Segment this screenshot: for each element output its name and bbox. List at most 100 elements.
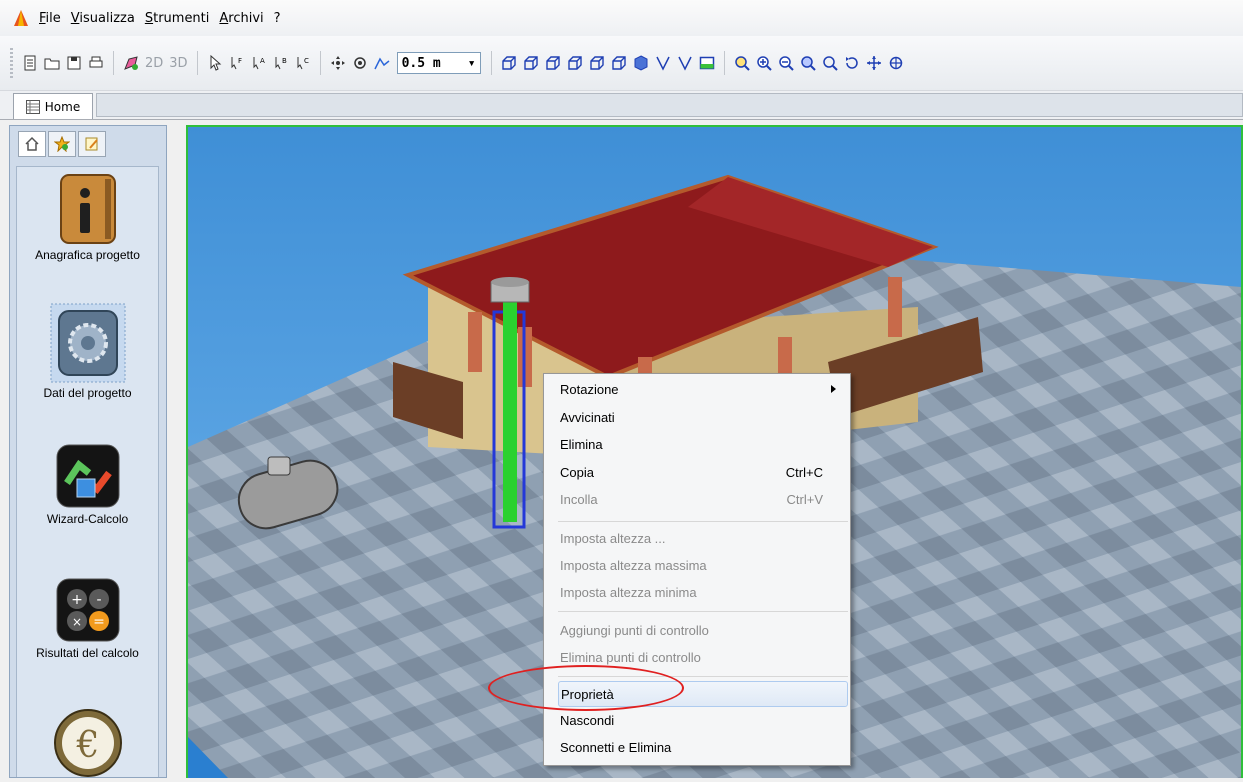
ctx-item-imposta-altezza-massima[interactable]: Imposta altezza massima xyxy=(558,554,848,576)
pointer-c-icon[interactable]: C xyxy=(294,54,312,72)
gear-icon xyxy=(50,303,125,383)
ctx-item-copia[interactable]: Copia Ctrl+C xyxy=(558,461,848,483)
ctx-item-label: Imposta altezza minima xyxy=(560,584,697,600)
polyline-icon[interactable] xyxy=(373,54,391,72)
view-cube-2-icon[interactable] xyxy=(522,54,540,72)
sidebar-item-euro[interactable]: € xyxy=(17,707,158,782)
ctx-item-rotazione[interactable]: Rotazione xyxy=(558,378,848,400)
svg-text:A: A xyxy=(260,57,265,65)
zoom-all-icon[interactable] xyxy=(799,54,817,72)
sidebar-item-risultati[interactable]: + - × = Risultati del calcolo xyxy=(17,577,158,660)
svg-text:B: B xyxy=(282,57,287,65)
ctx-item-label: Avvicinati xyxy=(560,409,615,425)
view-2d-button[interactable]: 2D xyxy=(142,56,166,71)
sidebar-list: Anagrafica progetto Dati del progetto Wi… xyxy=(16,166,159,777)
toolbar-separator xyxy=(319,51,321,75)
zoom-out-icon[interactable] xyxy=(777,54,795,72)
pointer-a-icon[interactable]: A xyxy=(250,54,268,72)
scale-select-value: 0.5 m xyxy=(401,55,441,71)
calculator-icon: + - × = xyxy=(56,578,119,642)
menu-help[interactable]: ? xyxy=(269,11,286,26)
pointer-icon[interactable] xyxy=(206,54,224,72)
zoom-realtime-icon[interactable] xyxy=(821,54,839,72)
ctx-item-imposta-altezza-minima[interactable]: Imposta altezza minima xyxy=(558,581,848,603)
zoom-window-icon[interactable] xyxy=(733,54,751,72)
ctx-item-elimina-punti[interactable]: Elimina punti di controllo xyxy=(558,646,848,668)
ctx-separator xyxy=(558,521,848,522)
tab-home[interactable]: Home xyxy=(13,93,93,119)
ctx-item-label: Proprietà xyxy=(561,686,614,702)
sidebar-tab-home[interactable] xyxy=(18,131,46,157)
pointer-f-icon[interactable]: F xyxy=(228,54,246,72)
ctx-item-sconnetti-elimina[interactable]: Sconnetti e Elimina xyxy=(558,736,848,758)
view-cube-1-icon[interactable] xyxy=(500,54,518,72)
svg-text:+: + xyxy=(71,592,83,608)
ctx-item-nascondi[interactable]: Nascondi xyxy=(558,709,848,731)
rotate-object-icon[interactable] xyxy=(351,54,369,72)
svg-text:€: € xyxy=(75,725,99,766)
move-icon[interactable] xyxy=(329,54,347,72)
ctx-item-label: Sconnetti e Elimina xyxy=(560,739,672,755)
menu-file[interactable]: File xyxy=(34,11,66,26)
info-book-icon xyxy=(59,174,116,244)
wizard-arrows-icon xyxy=(56,444,119,508)
rotate-view-icon[interactable] xyxy=(887,54,905,72)
view-cube-5-icon[interactable] xyxy=(588,54,606,72)
view-cube-3-icon[interactable] xyxy=(544,54,562,72)
sidebar-item-dati[interactable]: Dati del progetto xyxy=(17,303,158,400)
save-icon[interactable] xyxy=(65,54,83,72)
view-iso-icon[interactable] xyxy=(632,54,650,72)
ctx-item-label: Rotazione xyxy=(560,381,619,397)
fullscreen-icon[interactable] xyxy=(698,54,716,72)
sidebar: Anagrafica progetto Dati del progetto Wi… xyxy=(9,125,167,778)
sidebar-item-label: Anagrafica progetto xyxy=(35,248,140,262)
ctx-item-label: Aggiungi punti di controllo xyxy=(560,622,709,638)
print-icon[interactable] xyxy=(87,54,105,72)
new-file-icon[interactable] xyxy=(21,54,39,72)
view-cube-4-icon[interactable] xyxy=(566,54,584,72)
pan-icon[interactable] xyxy=(865,54,883,72)
tab-home-label: Home xyxy=(44,99,81,114)
toolbar-separator xyxy=(723,51,725,75)
toolbar-grip[interactable] xyxy=(10,48,13,78)
sidebar-tabs xyxy=(18,131,150,157)
svg-text:F: F xyxy=(238,57,242,65)
sidebar-tab-notes[interactable] xyxy=(78,131,106,157)
view-cube-6-icon[interactable] xyxy=(610,54,628,72)
menu-strumenti[interactable]: Strumenti xyxy=(140,11,215,26)
toolbar-separator xyxy=(196,51,198,75)
document-tabs: Home xyxy=(0,91,1243,120)
context-menu: Rotazione Avvicinati Elimina Copia Ctrl+… xyxy=(543,373,851,766)
pointer-b-icon[interactable]: B xyxy=(272,54,290,72)
view-3d-button[interactable]: 3D xyxy=(166,56,190,71)
euro-icon: € xyxy=(53,709,122,777)
menu-visualizza[interactable]: Visualizza xyxy=(66,11,140,26)
svg-text:×: × xyxy=(71,615,81,629)
tool-b-icon[interactable] xyxy=(676,54,694,72)
tool-a-icon[interactable] xyxy=(654,54,672,72)
ctx-item-aggiungi-punti[interactable]: Aggiungi punti di controllo xyxy=(558,619,848,641)
sidebar-item-anagrafica[interactable]: Anagrafica progetto xyxy=(17,173,158,262)
ctx-item-avvicinati[interactable]: Avvicinati xyxy=(558,406,848,428)
orbit-icon[interactable] xyxy=(843,54,861,72)
ctx-item-elimina[interactable]: Elimina xyxy=(558,433,848,455)
sidebar-tab-favorites[interactable] xyxy=(48,131,76,157)
ctx-item-shortcut: Ctrl+V xyxy=(786,491,823,507)
ctx-item-imposta-altezza[interactable]: Imposta altezza ... xyxy=(558,527,848,549)
menu-archivi[interactable]: Archivi xyxy=(214,11,268,26)
star-icon xyxy=(54,136,70,152)
scale-select[interactable]: 0.5 m ▾ xyxy=(396,52,481,74)
chevron-down-icon: ▾ xyxy=(467,55,476,71)
zoom-in-icon[interactable] xyxy=(755,54,773,72)
open-folder-icon[interactable] xyxy=(43,54,61,72)
ctx-item-label: Elimina xyxy=(560,436,603,452)
ctx-item-proprieta[interactable]: Proprietà xyxy=(558,681,848,707)
sidebar-item-label: Dati del progetto xyxy=(43,386,132,400)
sidebar-item-wizard[interactable]: Wizard-Calcolo xyxy=(17,443,158,526)
submenu-arrow-icon xyxy=(831,385,836,393)
ctx-separator xyxy=(558,676,848,677)
draw-tool-icon[interactable] xyxy=(122,54,140,72)
ctx-separator xyxy=(558,611,848,612)
ctx-item-incolla[interactable]: Incolla Ctrl+V xyxy=(558,488,848,510)
tab-strip-filler xyxy=(96,93,1243,117)
